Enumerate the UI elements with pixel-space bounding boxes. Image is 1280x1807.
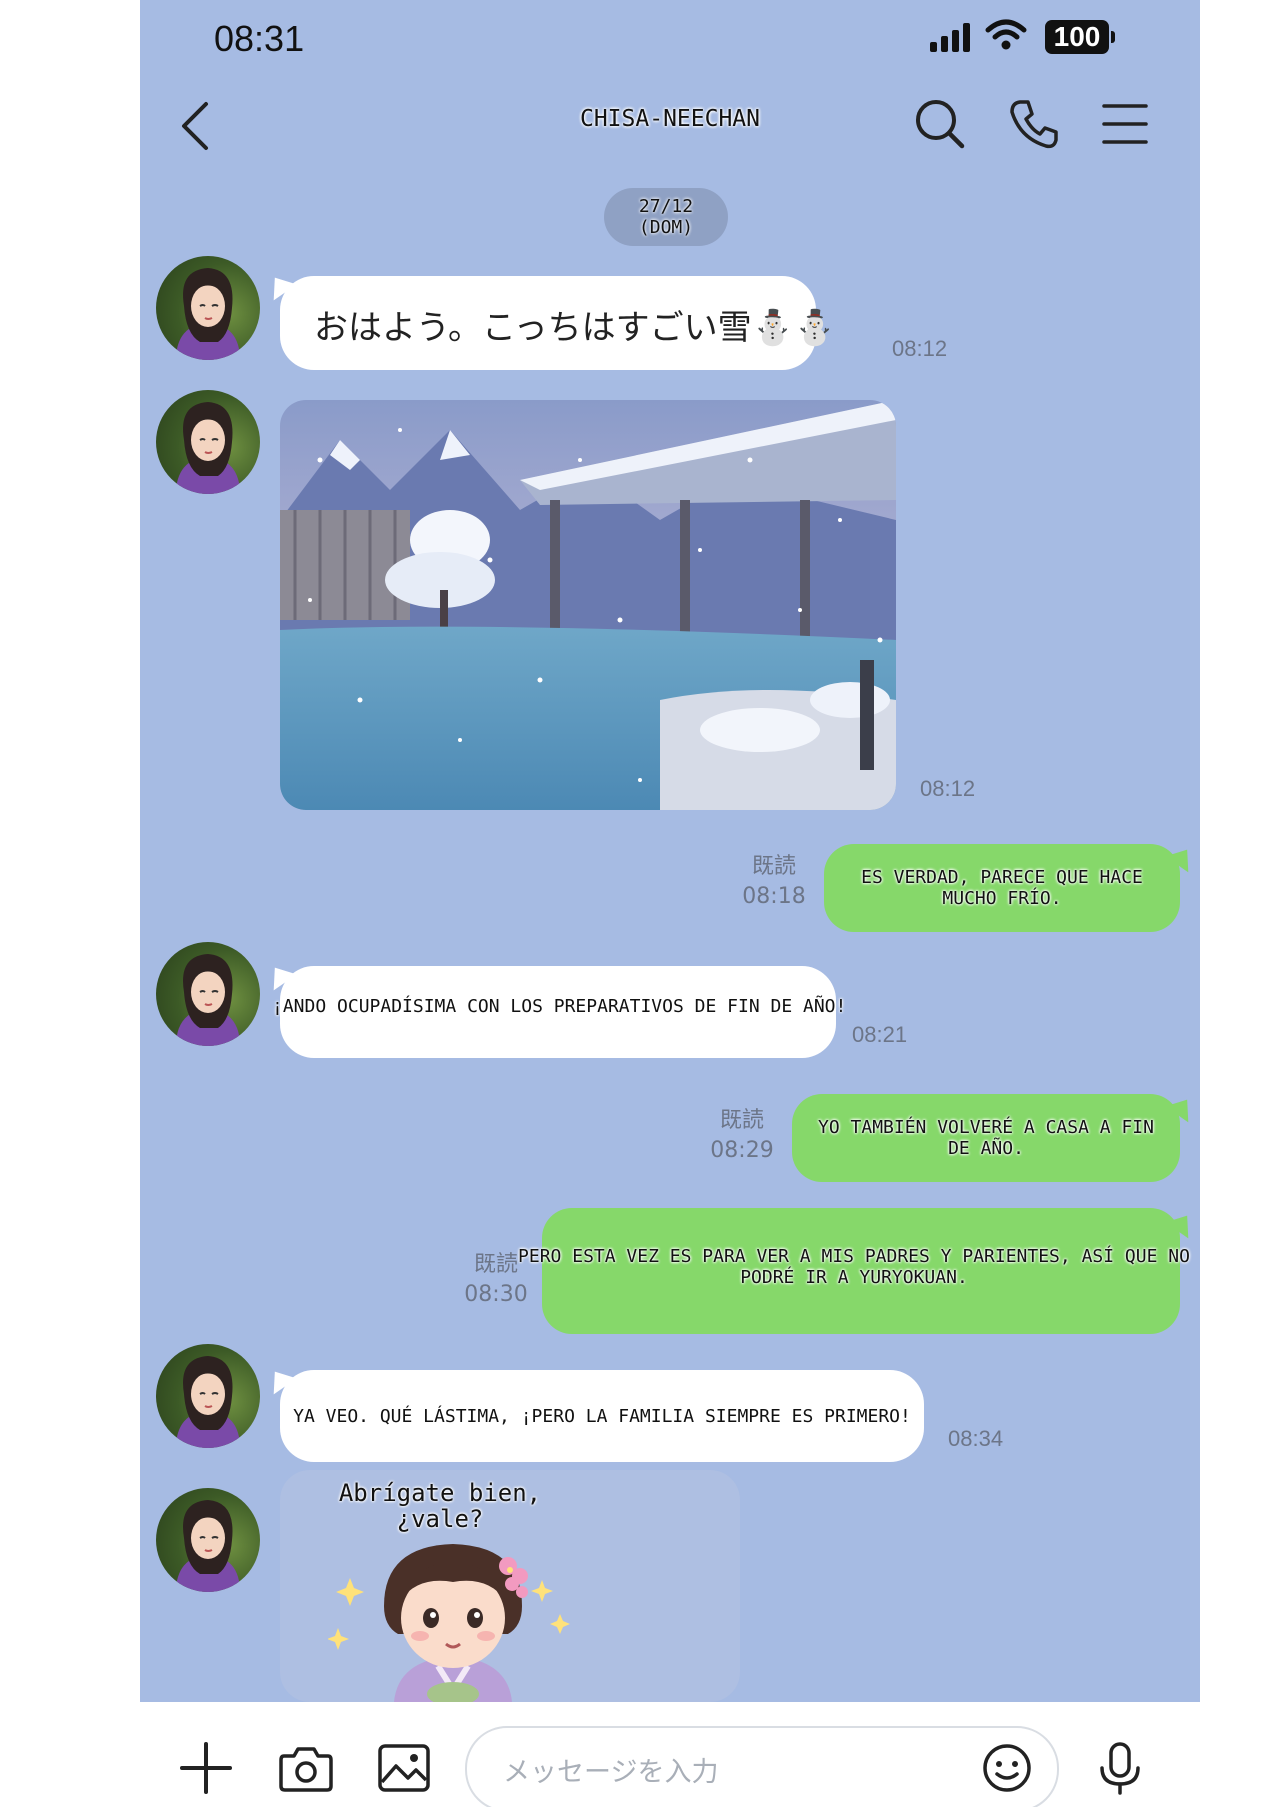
message-time: 08:18	[742, 884, 806, 909]
image-icon[interactable]	[376, 1740, 432, 1796]
date-text: 27/12	[638, 196, 694, 217]
wifi-icon	[985, 19, 1027, 50]
avatar-portrait	[176, 268, 240, 360]
message-time: 08:12	[892, 336, 948, 361]
read-label: 既読	[751, 854, 796, 879]
read-receipt: 既読 08:29	[700, 1106, 784, 1166]
message-time: 08:21	[852, 1022, 908, 1047]
menu-icon[interactable]	[1098, 96, 1154, 152]
avatar[interactable]	[156, 256, 260, 360]
sticker-caption: Abrígate bien, ¿vale?	[338, 1479, 542, 1533]
read-label: 既読	[719, 1108, 764, 1133]
avatar-portrait	[176, 1500, 240, 1592]
back-chevron-icon[interactable]	[170, 98, 226, 154]
emoji-icon[interactable]	[979, 1740, 1035, 1796]
message-time: 08:12	[920, 776, 976, 801]
plus-icon[interactable]	[178, 1740, 234, 1796]
message-time: 08:34	[948, 1426, 1004, 1451]
date-separator: 27/12 (DOM)	[604, 188, 728, 246]
message-text: ¡ANDO OCUPADÍSIMA CON LOS PREPARATIVOS D…	[272, 996, 847, 1017]
message-input[interactable]: メッセージを入力	[465, 1726, 1059, 1807]
date-weekday: (DOM)	[638, 217, 694, 238]
sticker-girl-illustration	[328, 1544, 570, 1702]
chat-title: CHISA-NEECHAN	[579, 106, 760, 132]
avatar[interactable]	[156, 1344, 260, 1448]
message-bubble-in[interactable]: おはよう。こっちはすごい雪⛄⛄	[280, 276, 836, 370]
message-text: おはよう。こっちはすごい雪⛄⛄	[314, 308, 837, 348]
avatar-portrait	[176, 402, 240, 494]
sticker-message[interactable]: Abrígate bien, ¿vale?	[280, 1470, 740, 1702]
microphone-icon[interactable]	[1092, 1740, 1148, 1796]
avatar[interactable]	[156, 1488, 260, 1592]
phone-icon[interactable]	[1006, 96, 1062, 152]
photo-message[interactable]	[280, 400, 896, 810]
snowy-onsen-image	[280, 400, 896, 810]
message-text: PERO ESTA VEZ ES PARA VER A MIS PADRES Y…	[518, 1246, 1190, 1288]
input-toolbar: メッセージを入力	[140, 1702, 1200, 1807]
message-bubble-in[interactable]: YA VEO. QUÉ LÁSTIMA, ¡PERO LA FAMILIA SI…	[280, 1370, 924, 1462]
message-bubble-out[interactable]: ES VERDAD, PARECE QUE HACE MUCHO FRÍO.	[824, 844, 1180, 932]
read-receipt: 既読 08:18	[732, 852, 816, 912]
battery-indicator: 100	[1045, 20, 1115, 54]
avatar-portrait	[176, 954, 240, 1046]
input-placeholder: メッセージを入力	[503, 1757, 719, 1788]
avatar[interactable]	[156, 942, 260, 1046]
avatar-portrait	[176, 1356, 240, 1448]
status-time: 08:31	[214, 18, 305, 59]
message-text: ES VERDAD, PARECE QUE HACE MUCHO FRÍO.	[861, 867, 1143, 909]
avatar[interactable]	[156, 390, 260, 494]
message-time: 08:29	[710, 1138, 774, 1163]
message-bubble-out[interactable]: YO TAMBIÉN VOLVERÉ A CASA A FIN DE AÑO.	[792, 1094, 1180, 1182]
camera-icon[interactable]	[278, 1740, 334, 1796]
chat-screen: 08:31 100 CHISA-NEECHAN 27/12 (DOM) おはよう…	[140, 0, 1200, 1807]
search-icon[interactable]	[912, 96, 968, 152]
signal-icon	[930, 23, 970, 52]
message-text: YA VEO. QUÉ LÁSTIMA, ¡PERO LA FAMILIA SI…	[293, 1405, 911, 1427]
message-text: YO TAMBIÉN VOLVERÉ A CASA A FIN DE AÑO.	[818, 1117, 1154, 1159]
